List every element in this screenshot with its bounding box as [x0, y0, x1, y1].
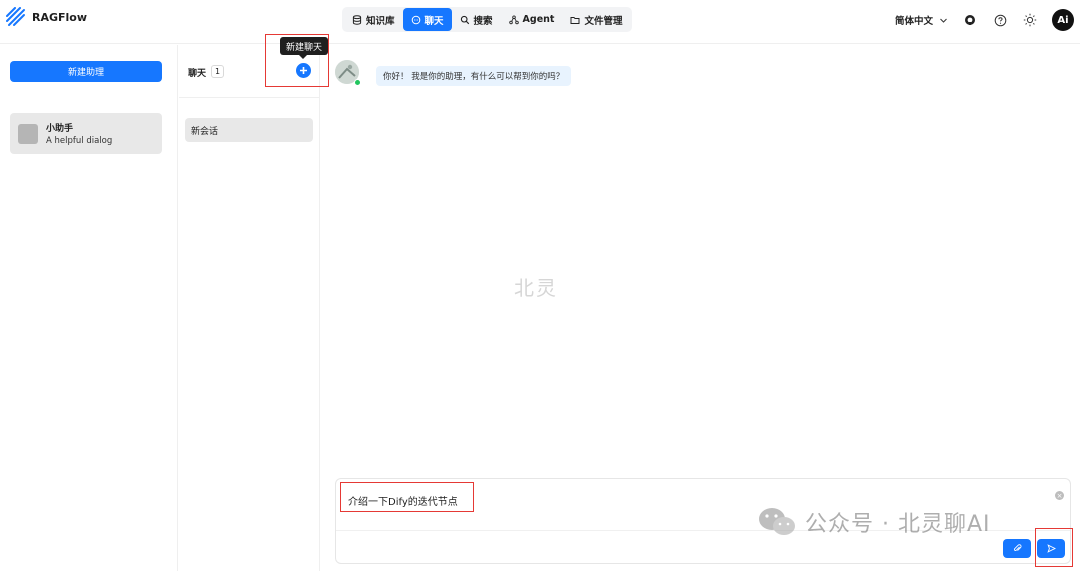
chat-list-title: 聊天: [188, 69, 207, 79]
nav-item-knowledge-base[interactable]: 知识库: [344, 8, 403, 31]
annotation-highlight-send: [1035, 528, 1073, 567]
language-selector[interactable]: 简体中文: [895, 13, 948, 27]
wechat-watermark: 公众号 · 北灵聊AI: [757, 506, 991, 538]
tooltip-arrow: [299, 55, 307, 59]
nav-label: 文件管理: [584, 15, 623, 27]
nav-item-file-management[interactable]: 文件管理: [562, 8, 630, 31]
wechat-watermark-text: 公众号 · 北灵聊AI: [805, 512, 991, 537]
search-icon: [460, 15, 469, 24]
database-icon: [352, 14, 362, 25]
header-actions: 简体中文 Ai: [895, 8, 1074, 32]
app-name: RAGFlow: [32, 10, 88, 24]
nav-label: 知识库: [366, 15, 395, 27]
app-logo[interactable]: RAGFlow: [6, 7, 87, 27]
new-assistant-button[interactable]: 新建助理: [10, 61, 162, 82]
nav-label: Agent: [522, 14, 555, 25]
assistant-avatar: [18, 123, 38, 144]
top-bar: RAGFlow 知识库 聊天 搜索 Agent 文件管理 简体中文 Ai: [0, 0, 1080, 44]
bot-message: 你好！ 我是你的助理，有什么可以帮到你的吗？: [376, 66, 572, 86]
nav-label: 聊天: [424, 15, 444, 27]
language-label: 简体中文: [894, 16, 933, 27]
center-watermark: 北灵: [514, 276, 558, 300]
help-icon[interactable]: [992, 12, 1008, 28]
chevron-down-icon: [940, 18, 947, 23]
attach-file-button[interactable]: [1003, 539, 1031, 558]
agent-icon: [508, 14, 519, 24]
ragflow-logo-icon: [6, 7, 25, 26]
chat-count-badge: 1: [211, 65, 225, 78]
chat-list-panel: 聊天 1 新会话: [179, 45, 320, 571]
folder-icon: [570, 16, 580, 24]
assistant-description: A helpful dialog: [46, 136, 113, 146]
online-status-indicator: [354, 79, 361, 86]
conversation-area: 你好！ 我是你的助理，有什么可以帮到你的吗？ 北灵 介绍一下Dify的迭代节点 …: [321, 45, 1080, 571]
wechat-icon: [759, 508, 795, 535]
nav-item-agent[interactable]: Agent: [501, 8, 563, 31]
github-icon[interactable]: [962, 12, 978, 28]
main-nav: 知识库 聊天 搜索 Agent 文件管理: [342, 7, 633, 32]
paperclip-icon: [1013, 544, 1021, 552]
clear-input-icon[interactable]: ×: [1055, 491, 1064, 500]
chat-icon: [411, 15, 420, 24]
nav-item-chat[interactable]: 聊天: [402, 8, 452, 31]
nav-item-search[interactable]: 搜索: [452, 8, 501, 31]
assistant-info: 小助手 A helpful dialog: [46, 121, 112, 146]
user-avatar[interactable]: Ai: [1052, 9, 1074, 31]
annotation-highlight-input: [340, 482, 474, 512]
assistant-sidebar: 新建助理 小助手 A helpful dialog: [0, 45, 178, 571]
assistant-name: 小助手: [46, 124, 74, 134]
theme-toggle-sun-icon[interactable]: [1022, 12, 1038, 28]
session-item[interactable]: 新会话: [185, 118, 313, 142]
assistant-card[interactable]: 小助手 A helpful dialog: [10, 113, 162, 154]
nav-label: 搜索: [473, 15, 493, 27]
